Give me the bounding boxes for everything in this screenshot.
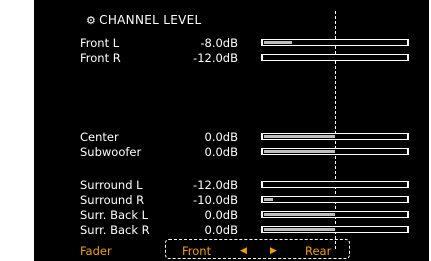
level-bar xyxy=(261,196,409,203)
channel-label: Surround R xyxy=(80,193,145,207)
level-bar-fill xyxy=(264,135,335,138)
gear-icon: ⚙ xyxy=(86,14,97,27)
channel-value: 0.0dB xyxy=(204,223,238,237)
channel-value: 0.0dB xyxy=(204,130,238,144)
channel-label: Front R xyxy=(80,51,121,65)
channel-row-front-l[interactable]: Front L -8.0dB xyxy=(34,36,429,50)
channel-value: -12.0dB xyxy=(193,51,238,65)
channel-row-subwoofer[interactable]: Subwoofer 0.0dB xyxy=(34,145,429,159)
level-bar-fill xyxy=(264,198,273,201)
fader-rear-option[interactable]: Rear xyxy=(305,244,331,258)
channel-label: Center xyxy=(80,130,119,144)
level-bar xyxy=(261,211,409,218)
page-title: ⚙ CHANNEL LEVEL xyxy=(86,13,201,27)
level-bar-fill xyxy=(264,41,292,44)
level-bar-fill xyxy=(264,213,335,216)
channel-value: 0.0dB xyxy=(204,208,238,222)
channel-label: Surr. Back L xyxy=(80,208,149,222)
level-bar xyxy=(261,148,409,155)
level-bar xyxy=(261,39,409,46)
channel-row-surround-r[interactable]: Surround R -10.0dB xyxy=(34,193,429,207)
channel-row-surround-l[interactable]: Surround L -12.0dB xyxy=(34,178,429,192)
channel-value: 0.0dB xyxy=(204,145,238,159)
channel-label: Subwoofer xyxy=(80,145,142,159)
level-bar xyxy=(261,54,409,61)
channel-label: Front L xyxy=(80,36,120,50)
page-title-text: CHANNEL LEVEL xyxy=(99,13,202,27)
channel-row-surr-back-r[interactable]: Surr. Back R 0.0dB xyxy=(34,223,429,237)
channel-label: Surround L xyxy=(80,178,143,192)
fader-label: Fader xyxy=(80,244,112,258)
level-bar-fill xyxy=(264,228,335,231)
channel-row-surr-back-l[interactable]: Surr. Back L 0.0dB xyxy=(34,208,429,222)
level-bar-fill xyxy=(264,150,335,153)
channel-row-center[interactable]: Center 0.0dB xyxy=(34,130,429,144)
level-bar xyxy=(261,133,409,140)
channel-value: -10.0dB xyxy=(193,193,238,207)
channel-value: -8.0dB xyxy=(200,36,238,50)
level-bar xyxy=(261,226,409,233)
channel-row-front-r[interactable]: Front R -12.0dB xyxy=(34,51,429,65)
channel-level-screen: ⚙ CHANNEL LEVEL Front L -8.0dB Front R -1… xyxy=(34,0,429,261)
left-arrow-icon[interactable]: ◀ xyxy=(240,244,247,258)
channel-label: Surr. Back R xyxy=(80,223,150,237)
right-arrow-icon[interactable]: ▶ xyxy=(270,244,277,258)
level-bar xyxy=(261,181,409,188)
fader-front-option[interactable]: Front xyxy=(182,244,211,258)
channel-value: -12.0dB xyxy=(193,178,238,192)
